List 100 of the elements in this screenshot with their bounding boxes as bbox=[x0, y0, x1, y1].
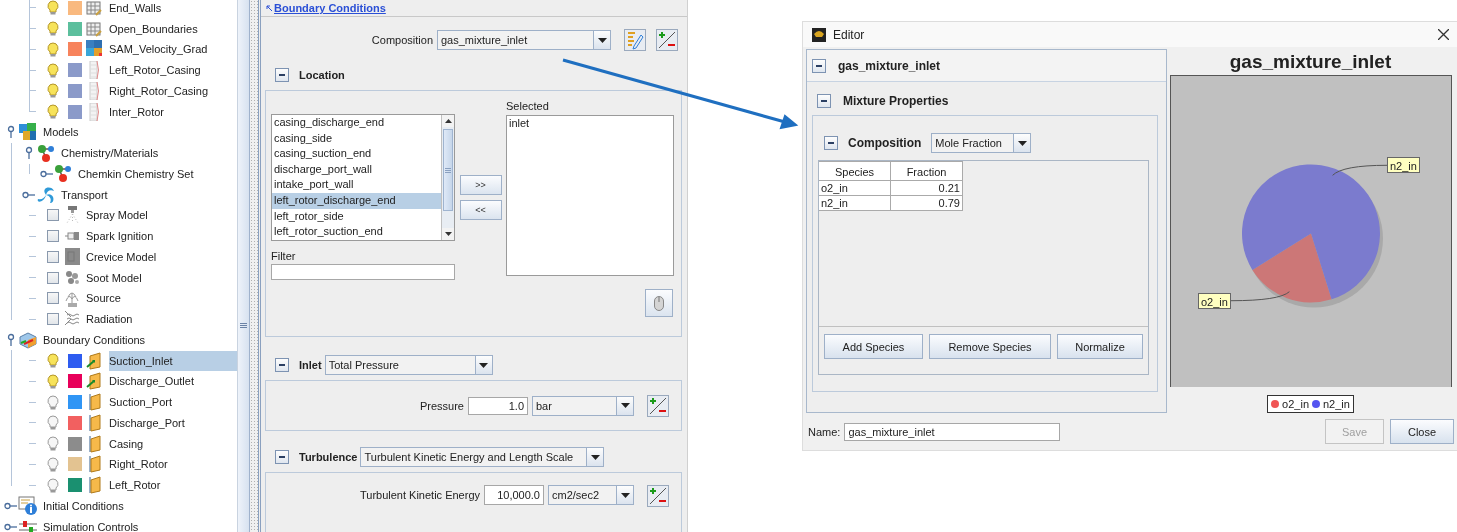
color-swatch[interactable] bbox=[68, 395, 82, 410]
list-item[interactable]: inlet bbox=[507, 116, 673, 132]
tree-item[interactable]: Simulation Controls bbox=[43, 516, 237, 532]
tree-item[interactable]: Source bbox=[86, 288, 237, 309]
list-box[interactable]: casing_discharge_end casing_side casing_suction_end discharge_port_wall intake_port_wall left_rotor_discharge_end left_rotor_side left_rotor_suction_end bbox=[271, 114, 455, 241]
lightbulb-icon[interactable] bbox=[47, 21, 59, 37]
tree-item[interactable]: Spark Ignition bbox=[86, 226, 237, 247]
list-item[interactable]: casing_side bbox=[272, 130, 441, 147]
lightbulb-icon[interactable] bbox=[47, 104, 59, 120]
dropdown[interactable]: cm2/sec2 bbox=[548, 485, 634, 505]
tree-item[interactable]: End_Walls bbox=[109, 0, 237, 18]
pick-button[interactable] bbox=[645, 289, 673, 317]
color-swatch[interactable] bbox=[68, 436, 82, 451]
color-swatch[interactable] bbox=[68, 478, 82, 493]
color-swatch[interactable] bbox=[68, 21, 82, 36]
collapse-button[interactable] bbox=[275, 450, 289, 464]
tree-item[interactable]: Open_Boundaries bbox=[109, 18, 237, 39]
scrollbar[interactable] bbox=[237, 0, 250, 532]
tree-item[interactable]: Transport bbox=[61, 184, 237, 205]
tree-item[interactable]: Discharge_Outlet bbox=[109, 371, 237, 392]
tree-item[interactable]: Boundary Conditions bbox=[43, 329, 237, 350]
checkbox[interactable] bbox=[47, 250, 59, 263]
lightbulb-icon[interactable] bbox=[47, 62, 59, 78]
collapse-button[interactable] bbox=[812, 58, 826, 73]
dropdown[interactable]: Total Pressure bbox=[324, 355, 493, 375]
pressure-field[interactable]: 1.0 bbox=[468, 396, 528, 415]
dropdown[interactable]: Turbulent Kinetic Energy and Length Scale bbox=[360, 447, 605, 467]
list-item[interactable]: intake_port_wall bbox=[272, 177, 441, 193]
tree-item[interactable]: Discharge_Port bbox=[109, 412, 237, 433]
collapse-button[interactable] bbox=[817, 94, 831, 108]
grip-icon[interactable] bbox=[445, 167, 451, 173]
lightbulb-icon[interactable] bbox=[47, 0, 59, 16]
color-swatch[interactable] bbox=[68, 83, 82, 98]
dropdown[interactable]: gas_mixture_inlet bbox=[437, 30, 611, 50]
add-remove-icon[interactable] bbox=[647, 394, 669, 417]
splitter[interactable] bbox=[250, 0, 258, 532]
list-item[interactable]: casing_suction_end bbox=[272, 146, 441, 162]
tree-item[interactable]: Right_Rotor_Casing bbox=[109, 80, 237, 101]
add-remove-icon[interactable] bbox=[656, 29, 678, 51]
scrollbar[interactable] bbox=[441, 115, 454, 240]
tree-item[interactable]: Suction_Port bbox=[109, 392, 237, 413]
list-box[interactable]: inlet bbox=[506, 115, 674, 276]
checkbox[interactable] bbox=[47, 313, 59, 326]
action-button[interactable]: Add Species bbox=[824, 334, 923, 359]
list-item[interactable]: left_rotor_suction_end bbox=[272, 224, 441, 240]
list-item[interactable]: left_rotor_side bbox=[272, 208, 441, 225]
color-swatch[interactable] bbox=[68, 63, 82, 78]
tree-item[interactable]: Radiation bbox=[86, 309, 237, 330]
lightbulb-icon[interactable] bbox=[47, 436, 59, 452]
tree-item[interactable]: Casing bbox=[109, 433, 237, 454]
action-button[interactable]: Remove Species bbox=[929, 334, 1051, 359]
checkbox[interactable] bbox=[47, 230, 59, 243]
tree-item[interactable]: Left_Rotor_Casing bbox=[109, 60, 237, 81]
tree-item[interactable]: Models bbox=[43, 122, 237, 143]
tree-item[interactable]: Initial Conditions bbox=[43, 495, 237, 516]
color-swatch[interactable] bbox=[68, 374, 82, 389]
color-swatch[interactable] bbox=[68, 42, 82, 57]
tree-item[interactable]: Left_Rotor bbox=[109, 475, 237, 496]
list-item[interactable]: discharge_port_wall bbox=[272, 161, 441, 178]
scroll-up-icon[interactable] bbox=[444, 119, 452, 123]
remove-button[interactable]: << bbox=[459, 200, 502, 220]
tree-item[interactable]: SAM_Velocity_Grad bbox=[109, 39, 237, 60]
lightbulb-icon[interactable] bbox=[47, 353, 59, 369]
breadcrumb-link[interactable]: Boundary Conditions bbox=[266, 2, 386, 14]
checkbox[interactable] bbox=[47, 209, 59, 222]
lightbulb-icon[interactable] bbox=[47, 41, 59, 57]
tree-item[interactable]: Chemkin Chemistry Set bbox=[78, 163, 237, 184]
tree-item[interactable]: Chemistry/Materials bbox=[61, 143, 237, 164]
add-remove-icon[interactable] bbox=[647, 485, 669, 507]
energy-field[interactable]: 10,000.0 bbox=[484, 485, 544, 505]
color-swatch[interactable] bbox=[68, 457, 82, 472]
color-swatch[interactable] bbox=[68, 104, 82, 119]
list-item[interactable]: left_rotor_discharge_end bbox=[272, 192, 441, 209]
lightbulb-icon[interactable] bbox=[47, 456, 59, 472]
tree-item[interactable]: Suction_Inlet bbox=[109, 350, 237, 371]
dropdown[interactable]: Mole Fraction bbox=[931, 133, 1032, 153]
lightbulb-icon[interactable] bbox=[47, 394, 59, 410]
lightbulb-icon[interactable] bbox=[47, 477, 59, 493]
name-field[interactable]: gas_mixture_inlet bbox=[844, 422, 1061, 441]
scroll-down-icon[interactable] bbox=[444, 232, 452, 236]
action-button[interactable]: Normalize bbox=[1057, 334, 1143, 359]
collapse-button[interactable] bbox=[824, 136, 838, 150]
collapse-button[interactable] bbox=[275, 68, 289, 82]
close-button[interactable]: Close bbox=[1390, 419, 1454, 444]
filter-field[interactable] bbox=[271, 264, 455, 280]
lightbulb-icon[interactable] bbox=[47, 373, 59, 389]
collapse-button[interactable] bbox=[275, 358, 289, 372]
tree-item[interactable]: Inter_Rotor bbox=[109, 101, 237, 122]
tree-item[interactable]: Right_Rotor bbox=[109, 454, 237, 475]
tree-item[interactable]: Spray Model bbox=[86, 205, 237, 226]
lightbulb-icon[interactable] bbox=[47, 415, 59, 431]
add-button[interactable]: >> bbox=[459, 175, 502, 195]
grip-icon[interactable] bbox=[240, 323, 247, 328]
color-swatch[interactable] bbox=[68, 353, 82, 368]
tree-item[interactable]: Crevice Model bbox=[86, 246, 237, 267]
dropdown[interactable]: bar bbox=[532, 395, 634, 416]
edit-icon[interactable] bbox=[624, 29, 646, 51]
lightbulb-icon[interactable] bbox=[47, 83, 59, 99]
tree-item[interactable]: Soot Model bbox=[86, 267, 237, 288]
color-swatch[interactable] bbox=[68, 0, 82, 15]
